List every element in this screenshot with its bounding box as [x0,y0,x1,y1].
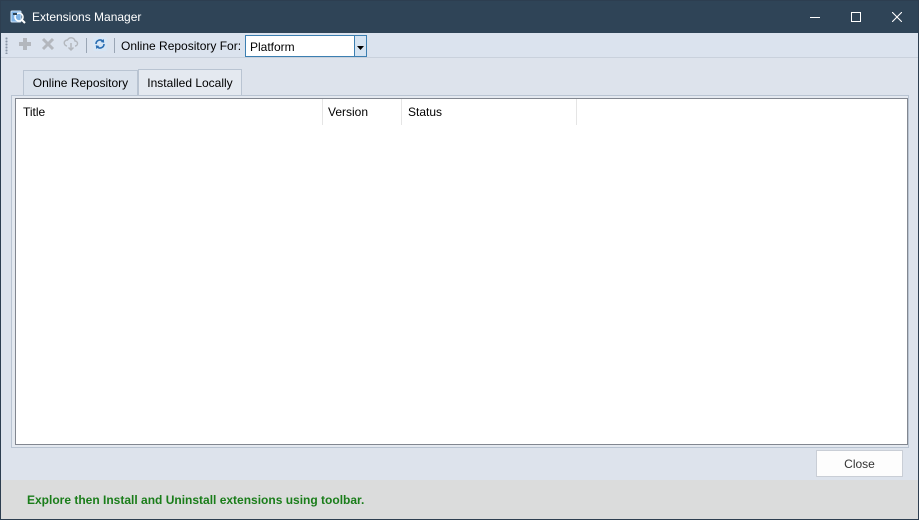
refresh-button[interactable] [92,36,108,55]
extensions-manager-window: Extensions Manager Online Repository For… [0,0,919,520]
close-button[interactable]: Close [816,450,903,477]
title-bar[interactable]: Extensions Manager [1,1,918,33]
tab-label: Online Repository [32,76,129,90]
toolbar-grip[interactable] [5,37,8,54]
chevron-down-icon [357,39,364,53]
extensions-app-icon [10,9,26,25]
plus-icon [18,37,32,54]
tab-label: Installed Locally [147,76,233,90]
x-icon [41,37,55,54]
column-header-label: Status [408,105,443,119]
refresh-icon [92,36,108,55]
tab-installed-locally[interactable]: Installed Locally [138,69,242,96]
maximize-icon [851,12,861,22]
uninstall-button[interactable] [40,37,56,53]
cloud-download-icon [63,36,79,55]
maximize-button[interactable] [833,1,879,33]
column-header-version[interactable]: Version [322,99,402,125]
close-icon [892,12,902,22]
toolbar: Online Repository For: Platform [1,33,918,58]
window-close-button[interactable] [874,1,919,33]
extensions-list[interactable]: Title Version Status [15,98,908,445]
close-button-label: Close [844,456,875,471]
repository-select-value: Platform [250,40,295,54]
download-button[interactable] [63,36,79,55]
status-message: Explore then Install and Uninstall exten… [27,493,365,507]
minimize-button[interactable] [792,1,838,33]
column-header-label: Version [328,105,369,119]
minimize-icon [810,12,820,22]
install-button[interactable] [17,37,33,53]
toolbar-separator [114,38,115,53]
repository-select[interactable]: Platform [245,35,367,57]
repository-label: Online Repository For: [121,39,242,53]
column-header-label: Title [23,105,46,119]
toolbar-separator [86,38,87,53]
dropdown-button[interactable] [354,36,366,56]
window-title: Extensions Manager [32,10,142,24]
status-bar: Explore then Install and Uninstall exten… [1,480,918,519]
tab-online-repository[interactable]: Online Repository [23,70,138,95]
column-header-status[interactable]: Status [402,99,577,125]
column-header-title[interactable]: Title [16,99,323,125]
